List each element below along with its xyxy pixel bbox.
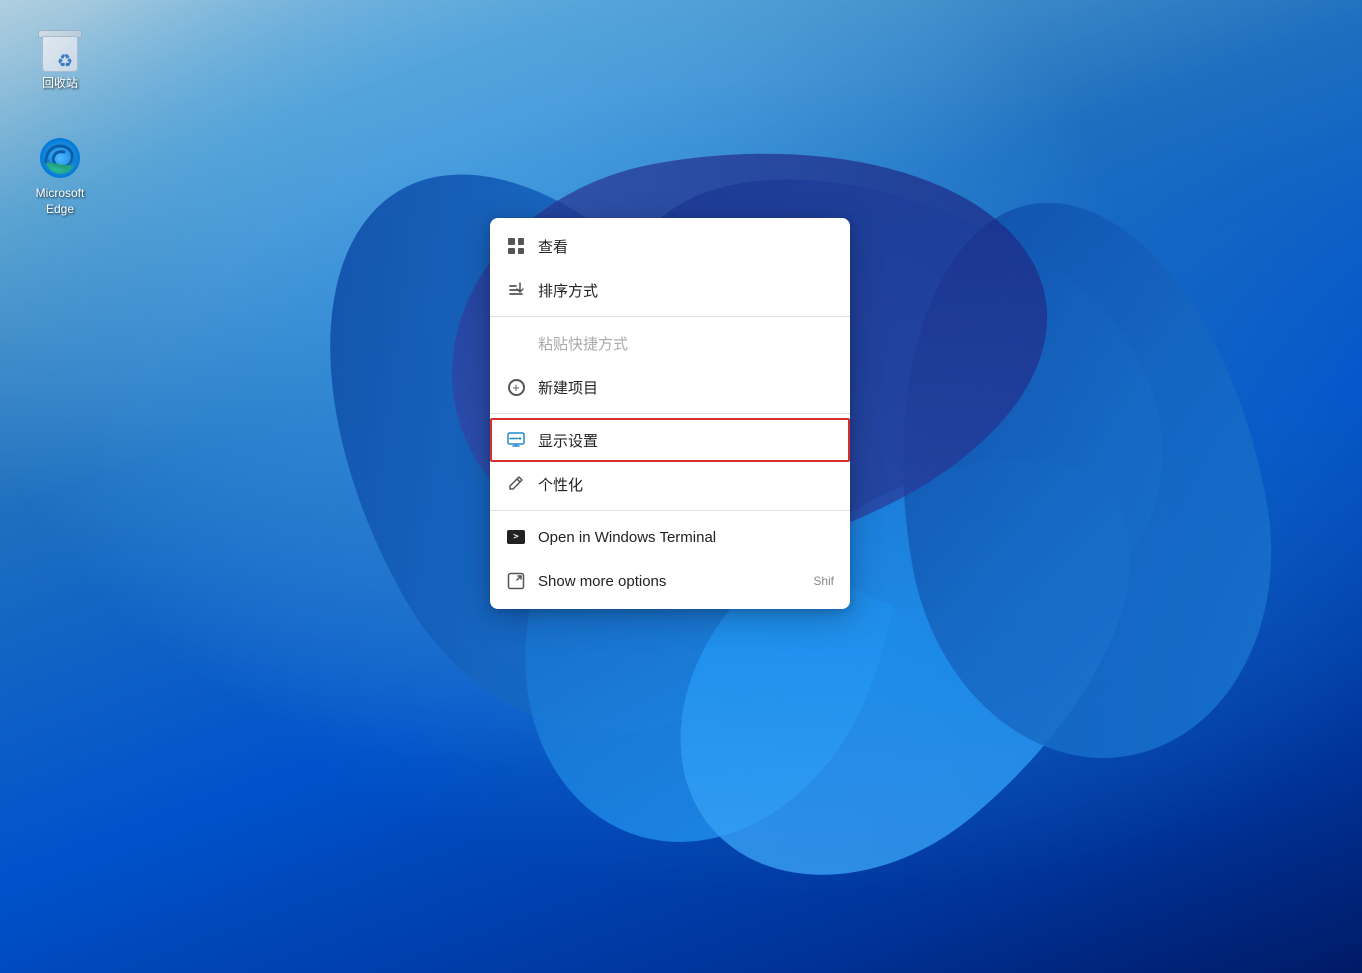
- menu-label-open-terminal: Open in Windows Terminal: [538, 529, 834, 546]
- menu-label-personalize: 个性化: [538, 474, 834, 495]
- new-item-icon: +: [506, 377, 526, 397]
- menu-separator-3: [490, 510, 850, 511]
- menu-item-display-settings[interactable]: 显示设置: [490, 418, 850, 462]
- paste-shortcut-icon: [506, 333, 526, 353]
- recycle-bin-label: 回收站: [42, 76, 78, 92]
- menu-separator-1: [490, 316, 850, 317]
- terminal-icon: [506, 527, 526, 547]
- sort-icon: [506, 280, 526, 300]
- menu-label-show-more: Show more options: [538, 573, 805, 590]
- menu-item-show-more[interactable]: Show more options Shif: [490, 559, 850, 603]
- display-settings-icon: [506, 430, 526, 450]
- menu-label-paste-shortcut: 粘贴快捷方式: [538, 333, 834, 354]
- menu-item-paste-shortcut[interactable]: 粘贴快捷方式: [490, 321, 850, 365]
- desktop-icon-recycle-bin[interactable]: ♻ 回收站: [20, 20, 100, 96]
- grid-icon: [506, 236, 526, 256]
- menu-label-new: 新建项目: [538, 377, 834, 398]
- menu-item-sort[interactable]: 排序方式: [490, 268, 850, 312]
- context-menu: 查看 排序方式 粘贴快捷方式 + 新建项目: [490, 218, 850, 609]
- menu-item-open-terminal[interactable]: Open in Windows Terminal: [490, 515, 850, 559]
- recycle-bin-icon: ♻: [36, 24, 84, 72]
- personalize-icon: [506, 474, 526, 494]
- menu-item-personalize[interactable]: 个性化: [490, 462, 850, 506]
- menu-item-view[interactable]: 查看: [490, 224, 850, 268]
- menu-label-view: 查看: [538, 236, 834, 257]
- edge-label: Microsoft Edge: [24, 186, 96, 217]
- menu-item-new[interactable]: + 新建项目: [490, 365, 850, 409]
- menu-separator-2: [490, 413, 850, 414]
- menu-label-sort: 排序方式: [538, 280, 834, 301]
- desktop-icon-edge[interactable]: Microsoft Edge: [20, 130, 100, 221]
- menu-shortcut-show-more: Shif: [813, 574, 834, 588]
- menu-label-display-settings: 显示设置: [538, 430, 834, 451]
- show-more-icon: [506, 571, 526, 591]
- edge-icon: [36, 134, 84, 182]
